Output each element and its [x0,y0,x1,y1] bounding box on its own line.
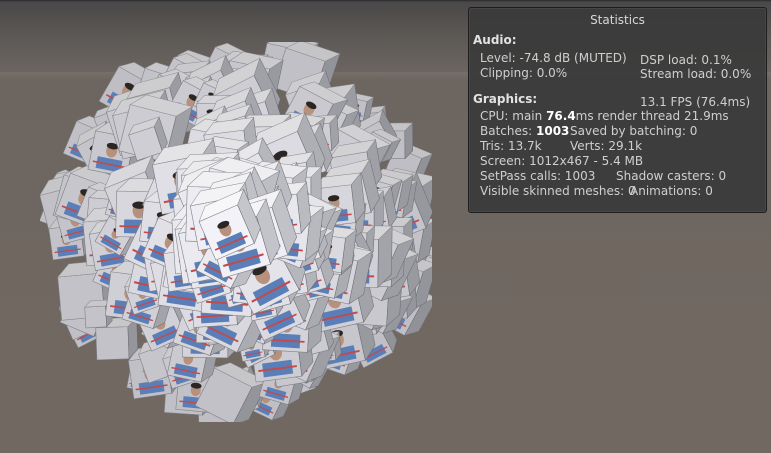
graphics-verts: Verts: 29.1k [570,139,643,153]
graphics-heading: Graphics: [473,92,538,106]
audio-clipping: Clipping: 0.0% [480,66,568,80]
graphics-batches: Batches: 1003 [480,124,570,138]
cube-cluster [40,42,432,422]
graphics-visible-skinned: Visible skinned meshes: 0 [480,184,636,198]
graphics-shadow-casters: Shadow casters: 0 [616,169,727,183]
audio-heading: Audio: [473,33,517,47]
graphics-screen: Screen: 1012x467 - 5.4 MB [480,154,644,168]
graphics-batches-value: 1003 [536,124,570,138]
cube-cluster-graphic [40,42,432,422]
graphics-saved-batching: Saved by batching: 0 [570,124,698,138]
graphics-tris: Tris: 13.7k [480,139,542,153]
graphics-cpu: CPU: main 76.4ms render thread 21.9ms [480,109,729,123]
graphics-setpass: SetPass calls: 1003 [480,169,596,183]
audio-dsp-load: DSP load: 0.1% [640,53,732,67]
graphics-cpu-main-value: 76.4 [546,109,576,123]
graphics-animations: Animations: 0 [630,184,713,198]
audio-level: Level: -74.8 dB (MUTED) [480,51,627,65]
statistics-title: Statistics [590,13,645,27]
graphics-fps: 13.1 FPS (76.4ms) [640,95,751,109]
statistics-panel: Statistics Audio: Level: -74.8 dB (MUTED… [468,7,767,213]
audio-stream-load: Stream load: 0.0% [640,67,752,81]
